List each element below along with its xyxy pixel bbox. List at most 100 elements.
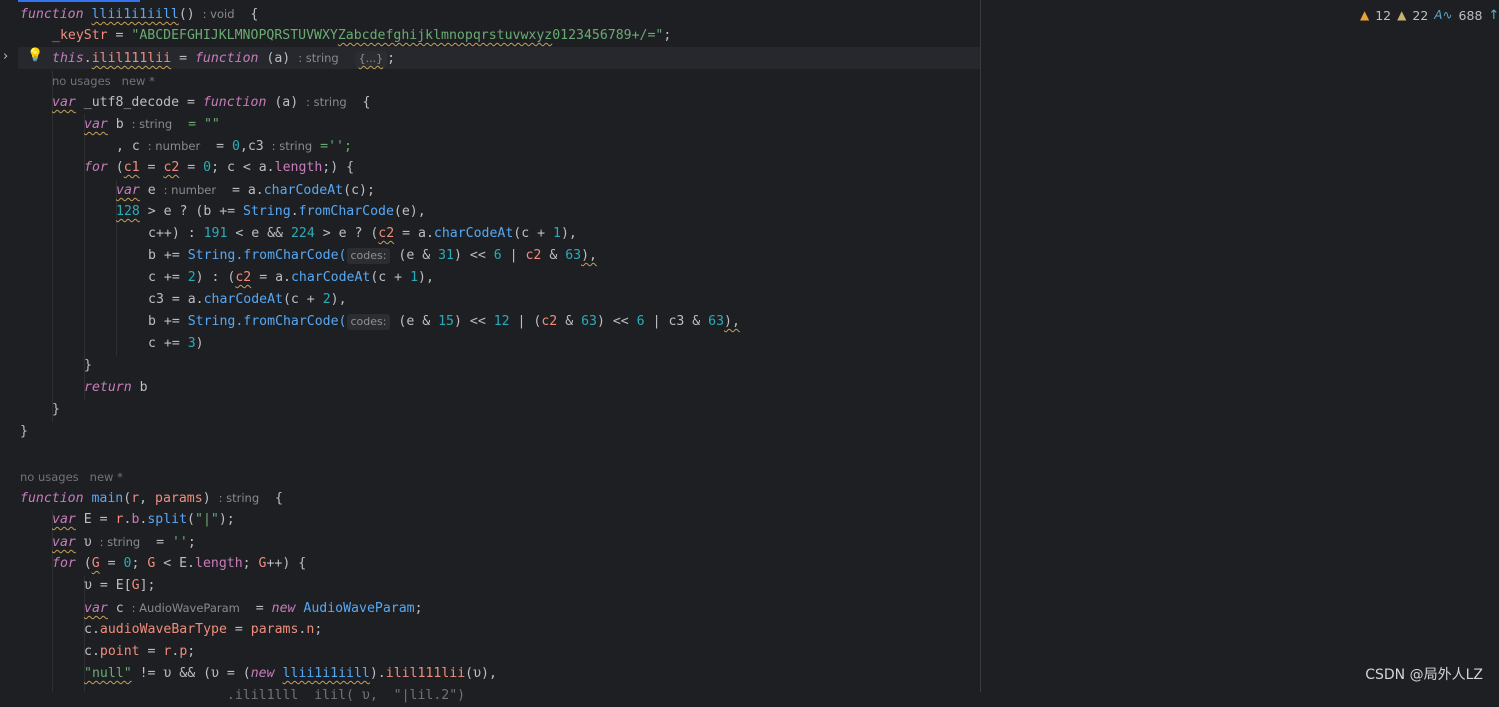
code-line[interactable]: var υ : string = ''; — [52, 531, 196, 553]
function-name: main — [91, 491, 124, 506]
code-line[interactable]: c += 2) : (c2 = a.charCodeAt(c + 1), — [148, 267, 434, 289]
code-token: ). — [369, 666, 386, 681]
folded-region[interactable]: {...} — [354, 51, 388, 67]
code-line[interactable]: b += String.fromCharCode(codes: (e & 15)… — [148, 311, 740, 333]
code-line[interactable]: } — [52, 399, 60, 421]
code-line[interactable]: b += String.fromCharCode(codes: (e & 31)… — [148, 245, 597, 267]
number-literal: 191 — [203, 226, 228, 241]
code-token: ) : ( — [195, 270, 236, 285]
code-token: & — [541, 248, 566, 263]
code-line[interactable]: for (c1 = c2 = 0; c < a.length;) { — [84, 157, 354, 179]
code-token: c += — [148, 336, 188, 351]
code-token: = — [179, 160, 204, 175]
code-line[interactable]: _keyStr = "ABCDEFGHIJKLMNOPQRSTUVWXYZabc… — [52, 25, 671, 47]
keyword: function — [20, 491, 84, 506]
code-token: ) << — [454, 248, 494, 263]
code-token: { — [259, 491, 283, 506]
code-line[interactable]: .ilil1lll ilil( υ, "|lil.2") — [84, 685, 465, 707]
code-token: b — [131, 380, 148, 395]
code-editor[interactable]: › 💡 function llii1i1iill() : void { _key… — [0, 0, 1499, 703]
code-line[interactable]: c += 3) — [148, 333, 204, 355]
code-token: (e), — [393, 204, 426, 219]
variable: c2 — [163, 160, 180, 175]
code-token: ,c3 — [239, 139, 272, 154]
number-literal: 6 — [636, 314, 645, 329]
code-token: = — [139, 160, 164, 175]
code-line[interactable]: c3 = a.charCodeAt(c + 2), — [148, 289, 347, 311]
type-hint: : AudioWaveParam — [131, 601, 240, 615]
property: point — [99, 644, 140, 659]
expand-chevron-icon[interactable]: › — [3, 49, 8, 64]
no-usages-label: no usages — [52, 74, 111, 88]
number-literal: 0 — [231, 139, 240, 154]
code-line[interactable]: 128 > e ? (b += String.fromCharCode(e), — [116, 201, 426, 223]
parameter: r — [131, 491, 140, 506]
code-token: ( — [107, 160, 124, 175]
code-line[interactable]: υ = E[G]; — [84, 575, 155, 597]
code-line[interactable]: } — [20, 421, 28, 443]
lightbulb-icon[interactable]: 💡 — [27, 48, 43, 63]
code-token: = a. — [216, 183, 264, 198]
usage-hint[interactable]: no usages new * — [20, 468, 123, 486]
code-line[interactable]: var _utf8_decode = function (a) : string… — [52, 91, 371, 113]
code-token: ( — [75, 556, 92, 571]
code-line[interactable]: function llii1i1iill() : void { — [20, 3, 258, 25]
class-name: String — [187, 314, 236, 329]
code-line[interactable]: return b — [84, 377, 148, 399]
code-token: > e ? (b += — [139, 204, 244, 219]
usage-hint[interactable]: no usages new * — [52, 72, 155, 90]
variable: _keyStr — [52, 28, 108, 43]
code-token: ), — [581, 248, 597, 263]
keyword: var — [116, 183, 140, 198]
code-token: ( — [187, 512, 195, 527]
code-line[interactable]: this.ilil111lii = function (a) : string … — [52, 47, 395, 69]
number-literal: 0 — [203, 160, 212, 175]
no-usages-label: no usages — [20, 470, 79, 484]
code-line[interactable]: c.audioWaveBarType = params.n; — [84, 619, 322, 641]
code-line[interactable]: c.point = r.p; — [84, 641, 195, 663]
navigate-up-icon[interactable]: ↑ — [1488, 8, 1499, 23]
code-line[interactable]: } — [84, 355, 92, 377]
variable: G — [91, 556, 100, 571]
number-literal: 63 — [708, 314, 725, 329]
code-token: } — [52, 402, 60, 417]
code-line[interactable]: var c : AudioWaveParam = new AudioWavePa… — [84, 597, 423, 619]
parameter: params — [155, 491, 203, 506]
progress-indicator — [0, 0, 140, 2]
code-line[interactable]: c++) : 191 < e && 224 > e ? (c2 = a.char… — [148, 223, 577, 245]
code-line[interactable]: "null" != υ && (υ = (new llii1i1iill).il… — [84, 663, 497, 685]
code-token: = — [99, 556, 124, 571]
code-line[interactable]: var b : string = "" — [84, 113, 220, 135]
code-token: ), — [418, 270, 434, 285]
type-hint: : string — [306, 95, 347, 109]
code-token: ) — [202, 491, 219, 506]
keyword: new — [271, 601, 296, 616]
code-token: = — [140, 535, 172, 550]
string-literal: = "" — [172, 117, 220, 132]
code-token: (c + — [370, 270, 411, 285]
number-literal: 224 — [290, 226, 315, 241]
number-literal: 2 — [322, 292, 331, 307]
type-hint: : number — [147, 139, 201, 153]
typo-count: 688 — [1458, 7, 1483, 23]
code-token: & — [557, 314, 582, 329]
code-token: > e ? ( — [314, 226, 379, 241]
string-literal: =''; — [312, 139, 352, 154]
code-token: ++) { — [266, 556, 307, 571]
code-line[interactable]: , c : number = 0,c3 : string =''; — [116, 135, 352, 157]
code-token: < E. — [155, 556, 195, 571]
code-token: = — [179, 95, 203, 110]
code-token: c += — [148, 270, 188, 285]
type-hint: : string — [298, 51, 339, 65]
inspection-widget[interactable]: ▲ 12 ▲ 22 A∿ 688 ↑ — [1360, 6, 1499, 24]
code-token: ), — [724, 314, 740, 329]
code-token: } — [20, 424, 28, 439]
keyword: new — [250, 666, 275, 681]
number-literal: 63 — [565, 248, 582, 263]
code-line[interactable]: var E = r.b.split("|"); — [52, 509, 235, 531]
code-token: ; — [187, 535, 196, 550]
code-line[interactable]: for (G = 0; G < E.length; G++) { — [52, 553, 306, 575]
code-line[interactable]: var e : number = a.charCodeAt(c); — [116, 179, 375, 201]
number-literal: 1 — [553, 226, 561, 241]
code-line[interactable]: function main(r, params) : string { — [20, 487, 283, 509]
